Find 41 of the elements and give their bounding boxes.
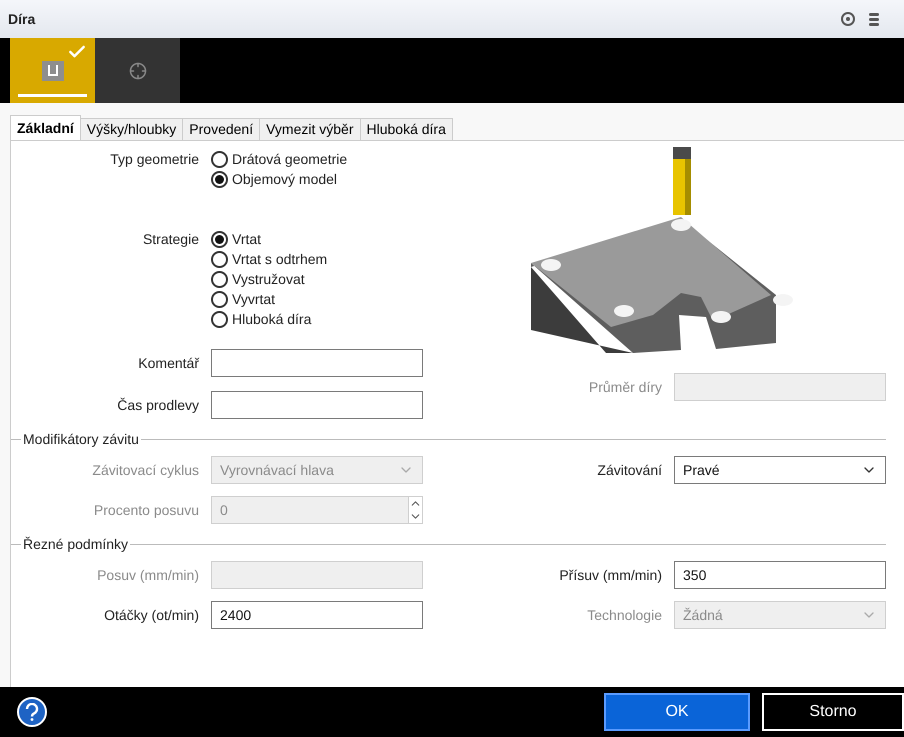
input-field[interactable]: 2400: [211, 601, 423, 629]
radio-option[interactable]: Vrtat: [211, 229, 328, 249]
ok-button[interactable]: OK: [604, 693, 750, 731]
field-label: Otáčky (ot/min): [103, 606, 200, 625]
radio-option[interactable]: Drátová geometrie: [211, 149, 348, 169]
cancel-button[interactable]: Storno: [762, 693, 904, 731]
menu-icon[interactable]: [868, 11, 880, 27]
field-label: Procento posuvu: [92, 500, 200, 520]
input-field[interactable]: 350: [674, 561, 886, 589]
tab[interactable]: Provedení: [182, 118, 260, 141]
selection-underline: [18, 94, 87, 97]
pocket-icon: [42, 60, 64, 80]
crosshair-icon: [128, 62, 146, 80]
radio-option[interactable]: Vrtat s odtrhem: [211, 249, 328, 269]
section-title: Modifikátory závitu: [22, 430, 140, 449]
mode-button[interactable]: [10, 38, 95, 103]
field-label: Průměr díry: [588, 378, 663, 397]
input-field[interactable]: [211, 349, 423, 377]
field-label: Závitování: [596, 460, 663, 480]
radio-option[interactable]: Hluboká díra: [211, 309, 328, 329]
input-field[interactable]: [211, 391, 423, 419]
help-icon[interactable]: [17, 697, 47, 727]
field-label: Technologie: [586, 606, 663, 625]
tab[interactable]: Výšky/hloubky: [80, 118, 184, 141]
group-label: Typ geometrie: [109, 150, 200, 169]
window-title: Díra: [8, 10, 36, 28]
radio-option[interactable]: Objemový model: [211, 169, 348, 189]
field-label: Posuv (mm/min): [96, 566, 200, 585]
field-label: Přísuv (mm/min): [558, 566, 663, 585]
tab[interactable]: Základní: [10, 115, 81, 141]
field-label: Komentář: [137, 354, 200, 372]
field-label: Čas prodlevy: [116, 396, 200, 415]
radio-option[interactable]: Vyvrtat: [211, 289, 328, 309]
field-label: Závitovací cyklus: [91, 460, 200, 480]
radio-option[interactable]: Vystružovat: [211, 269, 328, 289]
section-title: Řezné podmínky: [22, 535, 130, 554]
dropdown[interactable]: Pravé: [674, 456, 886, 484]
group-label: Strategie: [142, 230, 200, 249]
tab[interactable]: Vymezit výběr: [259, 118, 360, 141]
tab[interactable]: Hluboká díra: [360, 118, 453, 141]
pin-icon[interactable]: [840, 11, 856, 27]
